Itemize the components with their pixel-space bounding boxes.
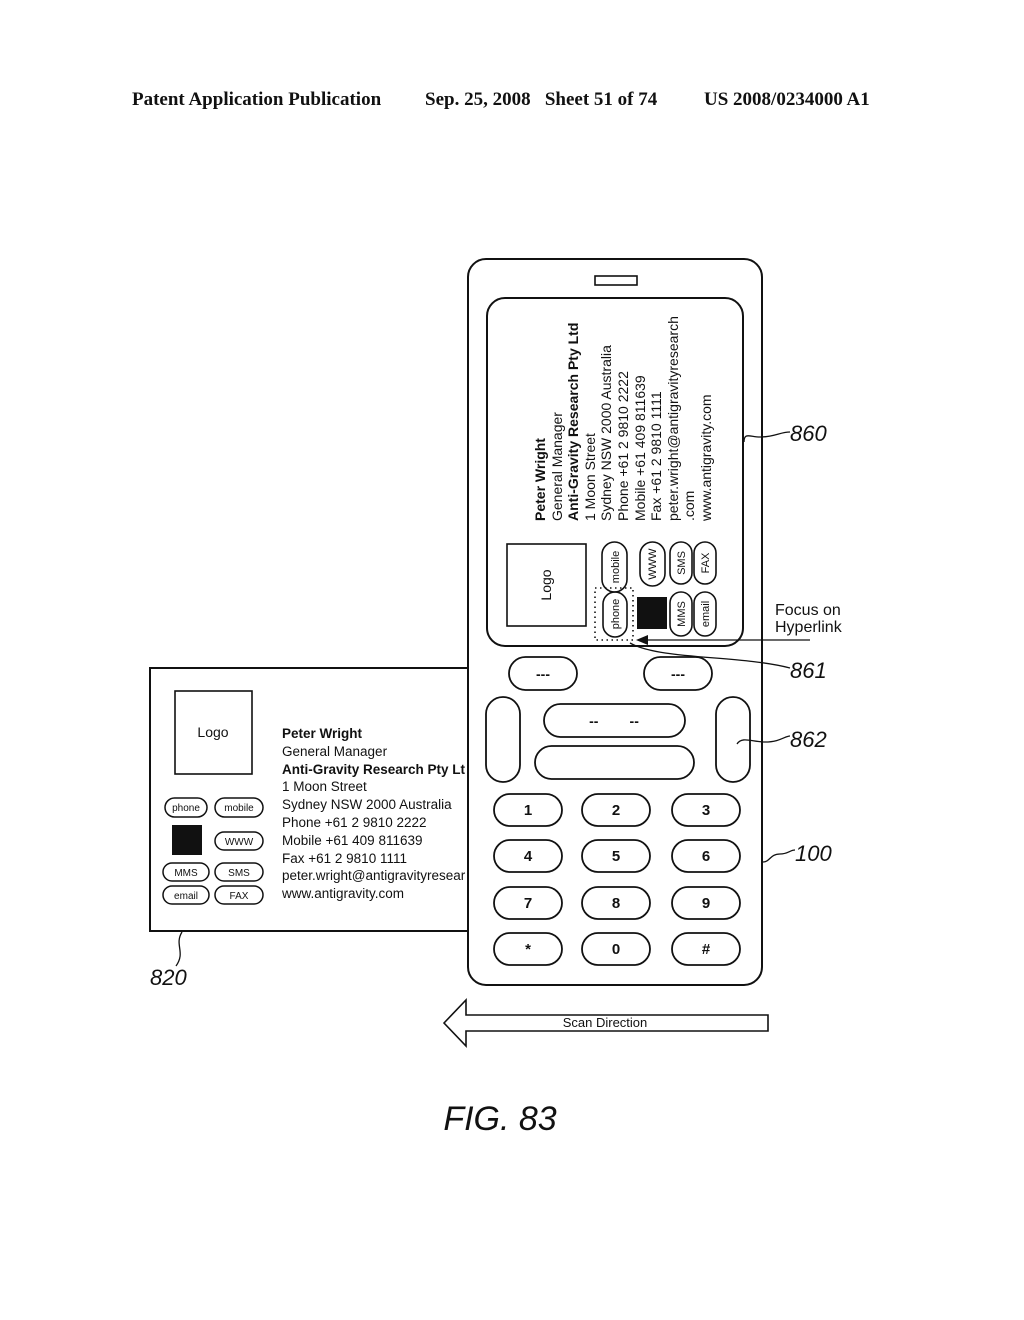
keypad-key-label: 8 [612, 895, 620, 912]
card-qr-code-icon [172, 825, 202, 855]
ref-862: 862 [790, 727, 827, 752]
softkey-right-label: --- [671, 666, 685, 682]
card-address1: 1 Moon Street [282, 779, 367, 794]
screen-card-email-suffix: .com [681, 491, 697, 521]
keypad-key-label: * [525, 941, 531, 958]
keypad-key-label: 3 [702, 802, 710, 819]
card-title: General Manager [282, 744, 388, 759]
figure-label: FIG. 83 [443, 1100, 556, 1138]
printed-business-card: Logo phone mobile WWW MMS SMS email FAX … [149, 667, 481, 932]
card-logo-label: Logo [197, 724, 228, 740]
screen-card-company: Anti-Gravity Research Pty Ltd [565, 323, 581, 521]
keypad-key-label: 9 [702, 895, 710, 912]
keypad-key-label: 7 [524, 895, 532, 912]
keypad-key-label: 5 [612, 848, 620, 865]
screen-email-label: email [700, 601, 712, 627]
nav-key-top-label: -- -- [589, 713, 639, 729]
keypad-key-label: 1 [524, 802, 532, 819]
leader-820 [175, 931, 183, 967]
screen-logo-label: Logo [538, 569, 554, 600]
screen-card-fax: Fax +61 2 9810 1111 [648, 391, 664, 521]
card-fax-label: FAX [230, 891, 249, 902]
keypad-key-label: 0 [612, 941, 620, 958]
card-www-label: WWW [225, 837, 254, 848]
leader-100 [762, 849, 796, 863]
focus-label-line1: Focus on [775, 602, 841, 619]
card-sms-label: SMS [228, 868, 250, 879]
ref-820: 820 [150, 965, 187, 990]
card-mobile-label: mobile [224, 803, 254, 814]
card-phone-label: phone [172, 803, 200, 814]
card-address2: Sydney NSW 2000 Australia [282, 797, 452, 812]
card-phone: Phone +61 2 9810 2222 [282, 815, 427, 830]
card-mms-label: MMS [174, 868, 198, 879]
screen-sms-label: SMS [676, 551, 688, 575]
screen-card-address2: Sydney NSW 2000 Australia [598, 345, 614, 521]
card-mobile: Mobile +61 409 811639 [282, 833, 423, 848]
card-email-label: email [174, 891, 198, 902]
screen-card-name: Peter Wright [532, 438, 548, 521]
card-name: Peter Wright [282, 726, 363, 741]
screen-card-title: General Manager [549, 412, 565, 521]
screen-phone-label: phone [610, 599, 622, 630]
screen-card-website: www.antigravity.com [698, 394, 714, 522]
screen-www-label: WWW [647, 548, 659, 580]
scan-direction-label: Scan Direction [563, 1015, 648, 1030]
softkey-left-label: --- [536, 666, 550, 682]
figure-canvas: Logo phone mobile WWW MMS SMS email FAX … [149, 258, 843, 1138]
screen-card-address1: 1 Moon Street [582, 433, 598, 521]
ref-860: 860 [790, 421, 827, 446]
card-email: peter.wright@antigravityresear [282, 868, 466, 883]
card-fax: Fax +61 2 9810 1111 [282, 851, 407, 866]
screen-mms-label: MMS [676, 601, 688, 627]
keypad-key-label: 6 [702, 848, 710, 865]
mobile-phone: Logo Peter Wright General Manager Anti-G… [467, 258, 763, 986]
keypad-key-label: # [702, 941, 711, 958]
focus-label-line2: Hyperlink [775, 619, 843, 636]
card-company: Anti-Gravity Research Pty Lt [282, 762, 466, 777]
screen-qr-code-icon [637, 597, 667, 629]
keypad-key-label: 4 [524, 848, 533, 865]
screen-card-email: peter.wright@antigravityresearch [665, 316, 681, 521]
ref-100: 100 [795, 841, 832, 866]
screen-card-phone: Phone +61 2 9810 2222 [615, 371, 631, 521]
screen-mobile-label: mobile [610, 551, 622, 583]
screen-fax-label: FAX [700, 552, 712, 573]
ref-861: 861 [790, 658, 827, 683]
card-website: www.antigravity.com [281, 886, 404, 901]
screen-card-mobile: Mobile +61 409 811639 [632, 375, 648, 521]
keypad-key-label: 2 [612, 802, 620, 819]
